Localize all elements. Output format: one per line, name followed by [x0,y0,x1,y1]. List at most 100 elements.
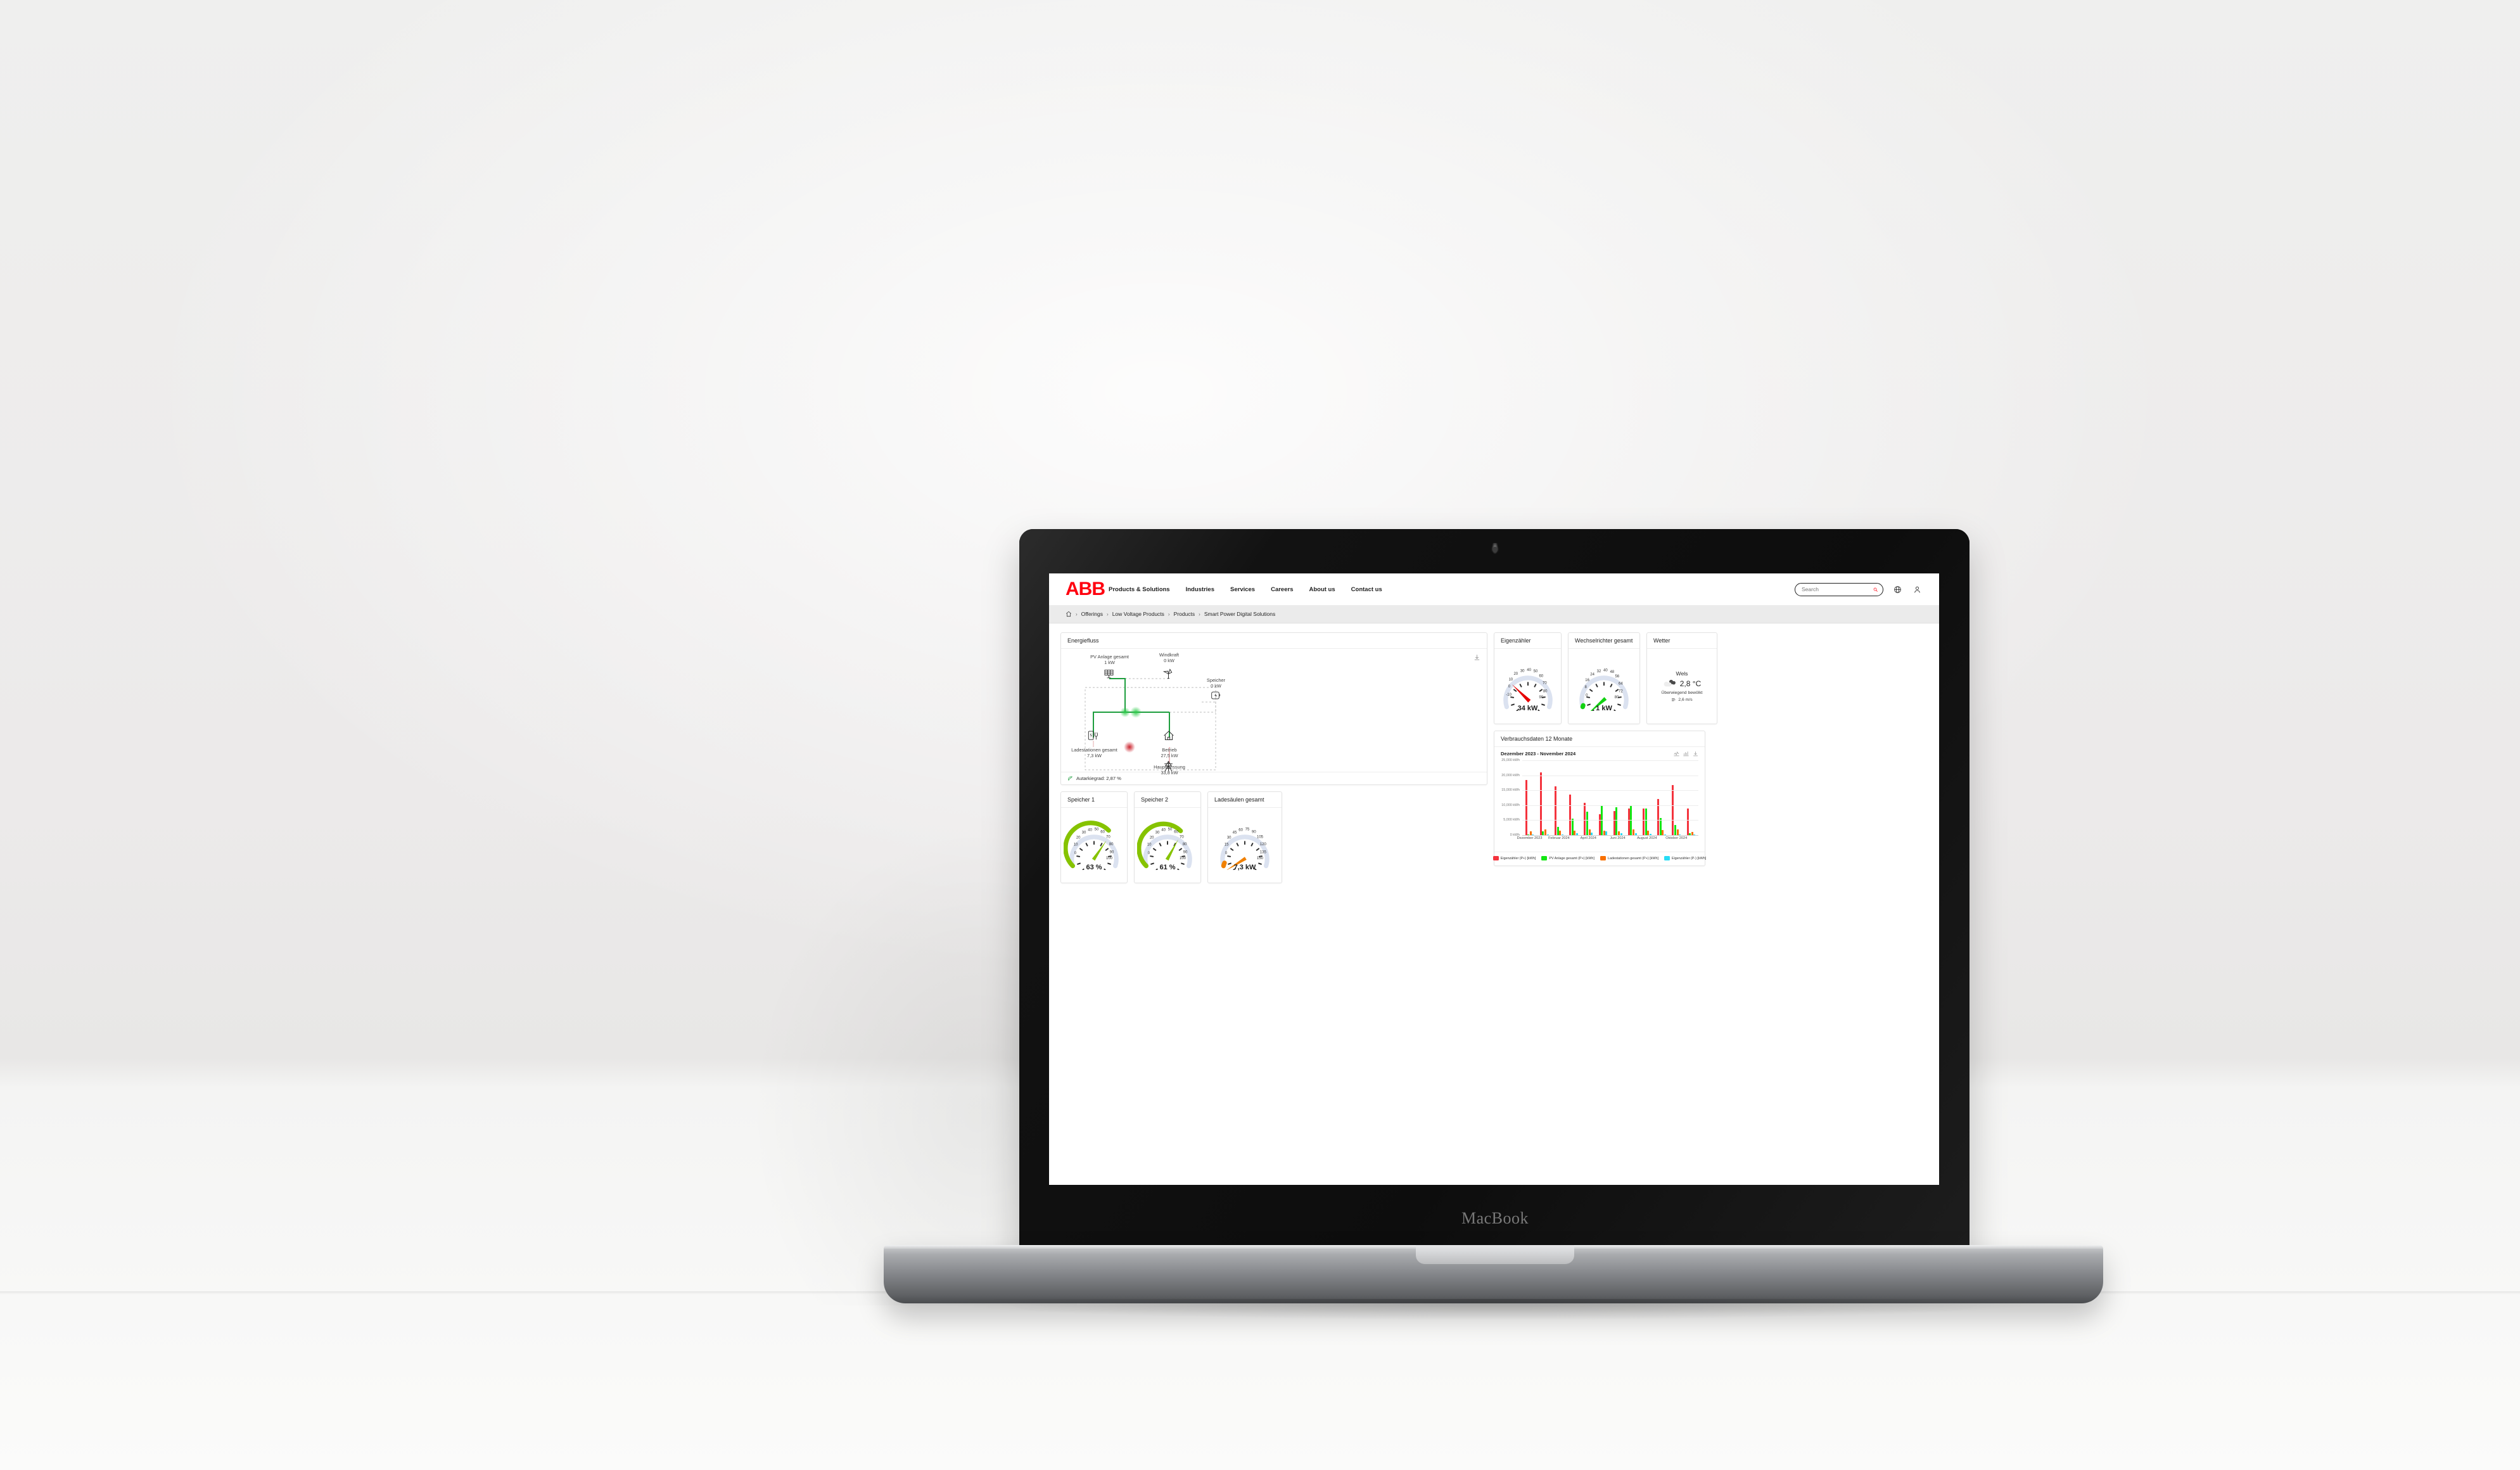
chart-bar[interactable] [1672,784,1674,835]
nav-item-about-us[interactable]: About us [1309,586,1335,593]
search-box[interactable] [1795,582,1883,596]
wind-turbine-icon [1162,668,1173,679]
chart-bar[interactable] [1627,808,1630,835]
chart-legend-item[interactable]: PV Anlage gesamt (P+) [kWh] [1541,856,1594,860]
chart-bar[interactable] [1603,831,1605,835]
chart-bar[interactable] [1674,825,1676,835]
web-page: ABB Products & Solutions Industries Serv… [1049,573,1939,1185]
chart-y-tick: 10,000 kWh [1501,803,1520,807]
nav-item-contact-us[interactable]: Contact us [1351,586,1382,593]
chart-month-group[interactable] [1625,760,1639,835]
chart-bar[interactable] [1598,814,1601,835]
chart-bar[interactable] [1664,834,1667,835]
svg-text:90: 90 [1252,831,1256,834]
chart-month-group[interactable] [1551,760,1566,835]
chart-bar[interactable] [1605,831,1608,835]
chart-bar[interactable] [1575,833,1578,835]
nav-item-services[interactable]: Services [1230,586,1255,593]
chart-month-group[interactable] [1522,760,1537,835]
nav-item-products-solutions[interactable]: Products & Solutions [1109,586,1170,593]
chart-bar[interactable] [1588,829,1591,835]
leaf-icon [1068,776,1072,781]
chart-bar[interactable] [1676,829,1679,835]
chart-month-group[interactable] [1567,760,1581,835]
chart-month-group[interactable] [1669,760,1684,835]
chart-gridline [1522,805,1698,806]
chart-bar[interactable] [1539,772,1542,835]
chart-legend-item[interactable]: Eigenzähler (P+) [kWh] [1492,856,1536,860]
chart-bar[interactable] [1643,808,1645,835]
chart-legend-item[interactable]: Eigenzähler (P-) [kWh] [1664,856,1706,860]
chart-bar[interactable] [1532,834,1534,835]
user-icon[interactable] [1912,584,1923,595]
chart-month-group[interactable] [1684,760,1698,835]
chart-bar[interactable] [1546,834,1549,835]
chart-month-group[interactable] [1610,760,1625,835]
chart-bar[interactable] [1645,808,1647,835]
chart-bar[interactable] [1691,832,1693,835]
chart-bar[interactable] [1571,819,1574,835]
chart-gridline [1522,790,1698,791]
breadcrumb-separator-3: › [1168,611,1170,617]
chart-x-tick: Juni 2024 [1610,836,1626,840]
chart-legend-item[interactable]: Ladestationen gesamt (P+) [kWh] [1600,856,1658,860]
chart-bar[interactable] [1544,829,1547,835]
chart-bar[interactable] [1591,832,1593,835]
chart-bar[interactable] [1561,834,1563,835]
node-label-pv: PV Anlage gesamt 1 kW [1076,654,1143,666]
eigenzaehler-title: Eigenzähler [1494,633,1561,649]
svg-text:45: 45 [1233,831,1237,834]
bar-chart-icon[interactable] [1683,751,1689,757]
chart-bar[interactable] [1647,830,1650,835]
breadcrumb-item-products[interactable]: Products [1174,611,1195,617]
chart-bar[interactable] [1615,807,1618,835]
chart-bar[interactable] [1569,794,1572,835]
chart-bar[interactable] [1525,779,1527,835]
nav-item-industries[interactable]: Industries [1186,586,1214,593]
chart-bar[interactable] [1689,833,1691,835]
chart-bar[interactable] [1559,831,1562,835]
home-icon[interactable] [1066,611,1072,617]
download-icon[interactable] [1693,751,1698,757]
line-chart-icon[interactable] [1674,751,1679,757]
gauge-wechselrichter: 0816 2432 40 485664 7280 [1579,669,1629,711]
chart-bar[interactable] [1555,786,1557,835]
chart-bar[interactable] [1617,831,1620,835]
chart-month-group[interactable] [1581,760,1596,835]
breadcrumb-item-smart-power-digital-solutions[interactable]: Smart Power Digital Solutions [1204,611,1275,617]
chart-bar[interactable] [1693,834,1696,835]
chart-bar[interactable] [1649,834,1651,835]
chart-month-group[interactable] [1655,760,1669,835]
breadcrumb-item-low-voltage-products[interactable]: Low Voltage Products [1112,611,1164,617]
chart-bar[interactable] [1574,830,1576,835]
chart-bar[interactable] [1529,831,1532,835]
node-value-house: 27,5 kW [1161,753,1178,759]
chart-bar[interactable] [1634,833,1637,835]
chart-bar[interactable] [1542,831,1544,835]
chart-bar[interactable] [1620,833,1622,835]
chart-bar[interactable] [1679,834,1681,835]
chart-bar[interactable] [1686,808,1689,835]
abb-logo[interactable]: ABB [1066,580,1109,599]
chart-bar[interactable] [1556,826,1559,835]
nav-item-careers[interactable]: Careers [1271,586,1293,593]
chart-bar[interactable] [1632,829,1635,835]
breadcrumb: › Offerings › Low Voltage Products › Pro… [1049,605,1939,623]
gauge-speicher-1: 0 10 20 3040 50 6070 80 90 100 [1064,821,1119,870]
chart-bar[interactable] [1584,802,1586,835]
macbook-wordmark: MacBook [1461,1209,1529,1227]
svg-text:135: 135 [1260,851,1267,855]
search-input[interactable] [1800,585,1873,593]
search-icon[interactable] [1873,586,1878,593]
globe-icon[interactable] [1892,584,1903,595]
breadcrumb-item-offerings[interactable]: Offerings [1081,611,1103,617]
chart-month-group[interactable] [1639,760,1654,835]
chart-bar[interactable] [1613,811,1615,835]
chart-month-group[interactable] [1596,760,1610,835]
chart-bar[interactable] [1586,811,1588,835]
chart-month-group[interactable] [1537,760,1551,835]
gauge-eigenzaehler: -10010 2030 40 506070 8090 [1503,668,1553,711]
chart-bar[interactable] [1527,834,1530,835]
node-name-pv: PV Anlage gesamt [1090,654,1129,660]
chart-bar[interactable] [1662,829,1664,835]
